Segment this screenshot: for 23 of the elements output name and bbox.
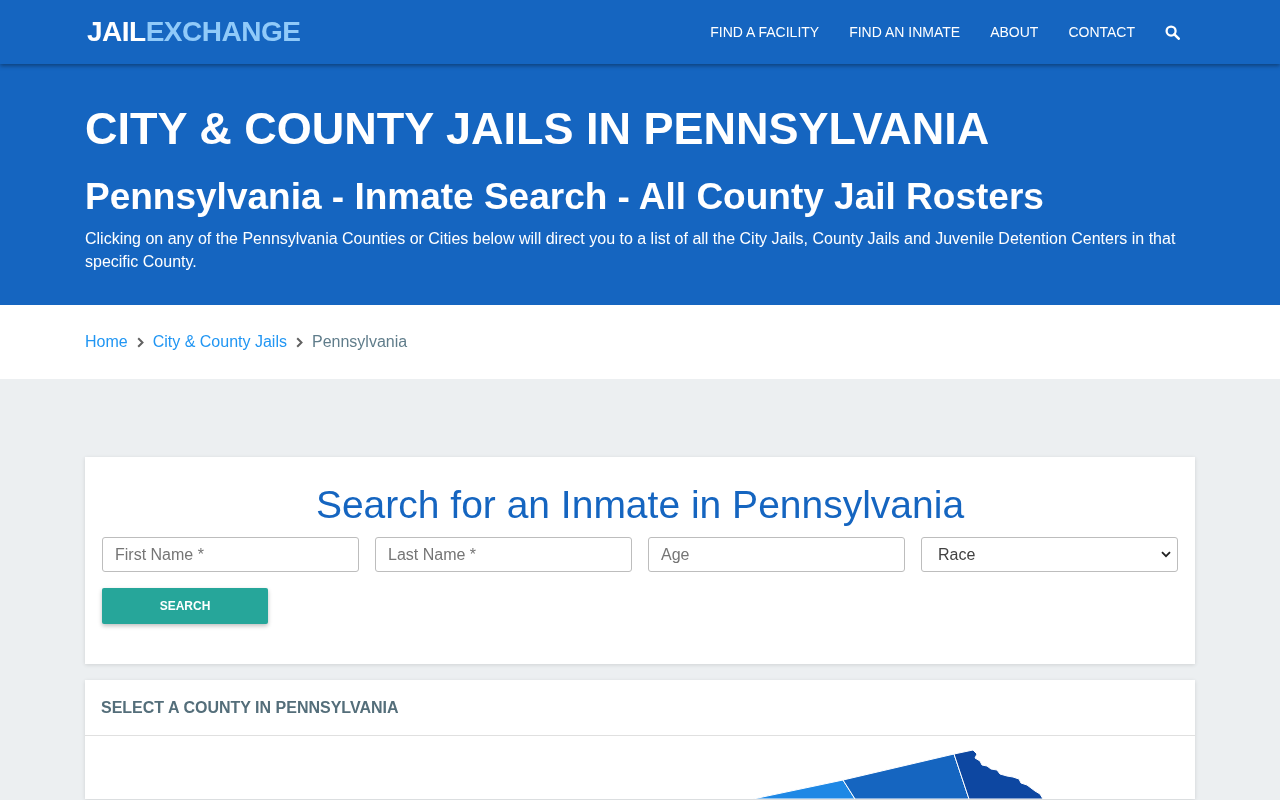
race-select[interactable]: Race	[921, 537, 1178, 572]
breadcrumb-link[interactable]: City & County Jails	[152, 333, 287, 351]
county-heading: SELECT A COUNTY IN PENNSYLVANIA	[101, 698, 399, 717]
search-icon[interactable]	[1165, 24, 1180, 40]
chevron-right-icon	[295, 336, 303, 348]
breadcrumb-current: Pennsylvania	[311, 333, 408, 351]
text-input-field[interactable]: Last Name *	[375, 537, 632, 572]
page-description: Clicking on any of the Pennsylvania Counties or Cities below will direct you to a list of all the City Jails, County Jails and Juvenile Detention Centers in that specific County.	[85, 229, 1177, 272]
search-button[interactable]: SEARCH	[102, 588, 268, 624]
chevron-down-icon	[1161, 551, 1171, 558]
breadcrumb-link[interactable]: Home	[85, 333, 128, 351]
nav-link[interactable]: ABOUT	[990, 24, 1039, 40]
nav-link[interactable]: FIND AN INMATE	[849, 24, 961, 40]
nav-link[interactable]: CONTACT	[1068, 24, 1135, 40]
site-logo[interactable]: JAILEXCHANGE	[87, 16, 301, 48]
search-title: Search for an Inmate in Pennsylvania	[314, 482, 966, 528]
chevron-right-icon	[136, 336, 144, 348]
state-map[interactable]	[752, 749, 1044, 799]
text-input-field[interactable]: First Name *	[102, 537, 359, 572]
page-title: CITY & COUNTY JAILS IN PENNSYLVANIA	[85, 102, 991, 156]
page-subtitle: Pennsylvania - Inmate Search - All County Jail Rosters	[85, 175, 1045, 219]
nav-link[interactable]: FIND A FACILITY	[710, 24, 820, 40]
text-input-field[interactable]: Age	[648, 537, 905, 572]
